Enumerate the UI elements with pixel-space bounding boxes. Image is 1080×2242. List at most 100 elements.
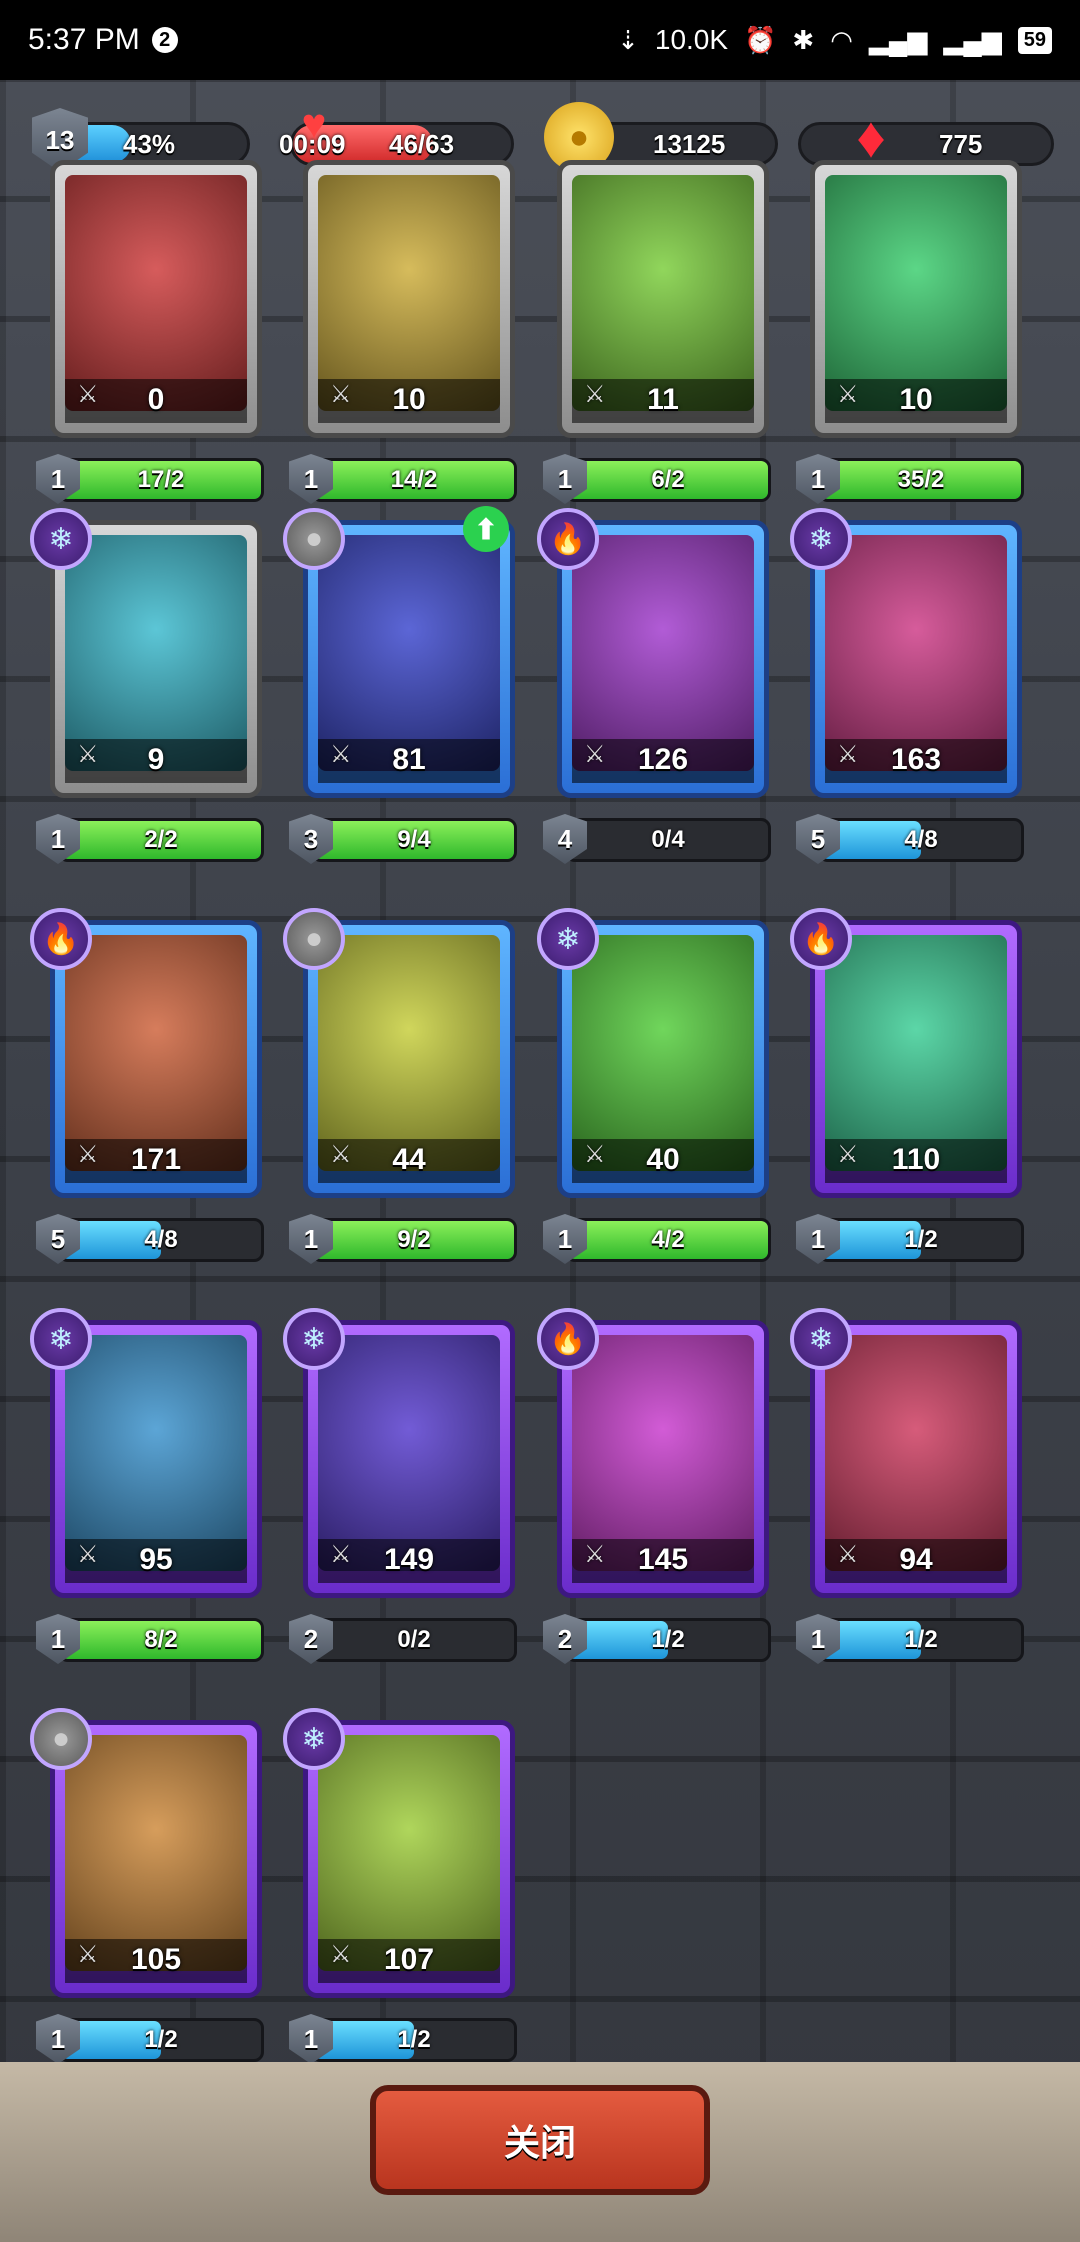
- sword-icon: ⚔: [330, 741, 352, 768]
- card-progress-bar: 9/4: [311, 818, 517, 862]
- close-button[interactable]: 关闭: [370, 2085, 710, 2195]
- hero-portrait: [572, 935, 754, 1171]
- sword-icon: ⚔: [584, 381, 606, 408]
- card-progress-text: 14/2: [390, 466, 438, 493]
- upgrade-arrow-icon: ⬆: [463, 506, 509, 552]
- card-power-strip: 95 ⚔: [65, 1539, 247, 1583]
- sword-icon: ⚔: [837, 381, 859, 408]
- card-power-strip: 110 ⚔: [825, 1139, 1007, 1183]
- card-progress-text: 4/8: [904, 826, 938, 853]
- hero-portrait: [65, 1735, 247, 1971]
- card-progress-text: 1/2: [651, 1626, 685, 1653]
- alarm-icon: ⏰: [744, 24, 777, 55]
- hero-portrait: [318, 935, 500, 1171]
- sword-icon: ⚔: [584, 1141, 606, 1168]
- sword-icon: ⚔: [77, 1941, 99, 1968]
- net-speed: 10.0K: [654, 24, 729, 55]
- ice-element-icon: ❄: [30, 508, 92, 570]
- card-power-strip: 163 ⚔: [825, 739, 1007, 783]
- card-progress-bar: 1/2: [311, 2018, 517, 2062]
- card-progress-bar: 1/2: [565, 1618, 771, 1662]
- card-power-strip: 9 ⚔: [65, 739, 247, 783]
- card-progress-bar: 2/2: [58, 818, 264, 862]
- hero-portrait: [318, 175, 500, 411]
- card-power-strip: 10 ⚔: [318, 379, 500, 423]
- fire-element-icon: 🔥: [30, 908, 92, 970]
- card-progress-bar: 0/4: [565, 818, 771, 862]
- hero-portrait: [318, 535, 500, 771]
- card-progress-text: 4/2: [651, 1226, 685, 1253]
- card-collection-screen: 43% 13 00:09 46/63 ♥ 13125 ● 775 ♦ 0 ⚔ 17/…: [0, 80, 1080, 2242]
- card-power-strip: 171 ⚔: [65, 1139, 247, 1183]
- sword-icon: ⚔: [330, 1541, 352, 1568]
- coins-value: 13125: [653, 129, 726, 159]
- ice-element-icon: ❄: [790, 508, 852, 570]
- card-progress-bar: 4/2: [565, 1218, 771, 1262]
- hero-portrait: [318, 1735, 500, 1971]
- card-progress-text: 0/2: [397, 1626, 431, 1653]
- card-power-strip: 0 ⚔: [65, 379, 247, 423]
- hero-portrait: [825, 935, 1007, 1171]
- sword-icon: ⚔: [837, 741, 859, 768]
- card-progress-text: 6/2: [651, 466, 685, 493]
- hero-portrait: [65, 175, 247, 411]
- gems-value: 775: [939, 129, 983, 159]
- card-progress-text: 2/2: [144, 826, 178, 853]
- card-power-strip: 10 ⚔: [825, 379, 1007, 423]
- sword-icon: ⚔: [584, 1541, 606, 1568]
- ice-element-icon: ❄: [283, 1708, 345, 1770]
- card-progress-bar: 1/2: [818, 1218, 1024, 1262]
- card-power-strip: 149 ⚔: [318, 1539, 500, 1583]
- card-progress-bar: 1/2: [58, 2018, 264, 2062]
- xp-percent: 43%: [123, 129, 176, 159]
- card-progress-text: 9/2: [397, 1226, 431, 1253]
- stone-element-icon: ●: [283, 908, 345, 970]
- hero-card[interactable]: 11 ⚔: [557, 160, 769, 438]
- sword-icon: ⚔: [77, 1541, 99, 1568]
- sword-icon: ⚔: [330, 1941, 352, 1968]
- ice-element-icon: ❄: [30, 1308, 92, 1370]
- card-progress-text: 1/2: [904, 1626, 938, 1653]
- hero-portrait: [825, 1335, 1007, 1571]
- hero-portrait: [572, 175, 754, 411]
- card-power-strip: 107 ⚔: [318, 1939, 500, 1983]
- status-bar: 5:37 PM 2 ⇣ 10.0K ⏰ ✱ ◠ ▂▄▆ ▂▄▆ 59: [0, 0, 1080, 80]
- sword-icon: ⚔: [77, 381, 99, 408]
- bluetooth-icon: ✱: [792, 24, 815, 55]
- card-progress-text: 9/4: [397, 826, 431, 853]
- sword-icon: ⚔: [77, 1141, 99, 1168]
- heart-icon: ♥: [301, 100, 327, 147]
- card-progress-text: 8/2: [144, 1626, 178, 1653]
- card-progress-bar: 14/2: [311, 458, 517, 502]
- status-left: 5:37 PM 2: [28, 23, 178, 57]
- notification-count-badge: 2: [151, 27, 178, 53]
- hero-portrait: [65, 1335, 247, 1571]
- hero-card[interactable]: 10 ⚔: [303, 160, 515, 438]
- card-progress-bar: 0/2: [311, 1618, 517, 1662]
- sword-icon: ⚔: [584, 741, 606, 768]
- ice-element-icon: ❄: [537, 908, 599, 970]
- hero-portrait: [65, 535, 247, 771]
- sword-icon: ⚔: [837, 1141, 859, 1168]
- status-time: 5:37 PM: [28, 23, 140, 56]
- card-progress-bar: 4/8: [58, 1218, 264, 1262]
- fire-element-icon: 🔥: [537, 1308, 599, 1370]
- stone-element-icon: ●: [30, 1708, 92, 1770]
- card-power-strip: 94 ⚔: [825, 1539, 1007, 1583]
- fire-element-icon: 🔥: [790, 908, 852, 970]
- card-power-strip: 40 ⚔: [572, 1139, 754, 1183]
- card-power-strip: 44 ⚔: [318, 1139, 500, 1183]
- hero-card[interactable]: 10 ⚔: [810, 160, 1022, 438]
- energy-value: 46/63: [389, 129, 455, 159]
- battery-indicator: 59: [1017, 26, 1052, 54]
- status-right: ⇣ 10.0K ⏰ ✱ ◠ ▂▄▆ ▂▄▆ 59: [617, 24, 1052, 56]
- card-progress-text: 1/2: [144, 2026, 178, 2053]
- hero-portrait: [572, 1335, 754, 1571]
- card-progress-text: 35/2: [897, 466, 945, 493]
- card-progress-bar: 6/2: [565, 458, 771, 502]
- ice-element-icon: ❄: [790, 1308, 852, 1370]
- download-speed-icon: ⇣: [617, 24, 639, 55]
- card-power-strip: 126 ⚔: [572, 739, 754, 783]
- hero-portrait: [318, 1335, 500, 1571]
- hero-card[interactable]: 0 ⚔: [50, 160, 262, 438]
